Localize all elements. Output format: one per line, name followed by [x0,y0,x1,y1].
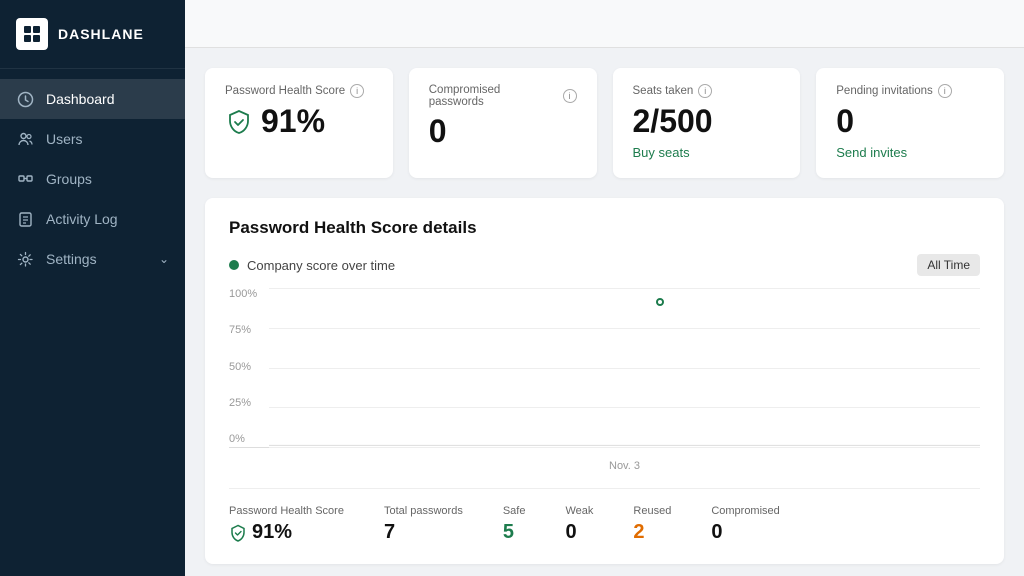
stat-value-invitations: 0 [836,104,984,139]
sidebar-item-activity-log[interactable]: Activity Log [0,199,185,239]
sidebar-item-dashboard[interactable]: Dashboard [0,79,185,119]
settings-icon [16,250,34,268]
activity-log-icon [16,210,34,228]
sidebar-item-label-groups: Groups [46,171,169,187]
chart-section: Password Health Score details Company sc… [205,198,1004,564]
logo: DASHLANE [0,0,185,69]
y-axis: 100% 75% 50% 25% 0% [229,288,257,447]
bottom-stat-label-health: Password Health Score [229,505,344,517]
bottom-stat-total: Total passwords 7 [384,505,463,544]
bottom-stat-label-reused: Reused [633,505,671,517]
y-label-100: 100% [229,288,257,300]
stat-label-compromised: Compromised passwords i [429,84,577,108]
sidebar-nav: Dashboard Users G [0,69,185,576]
users-icon [16,130,34,148]
bottom-stat-value-safe: 5 [503,521,526,544]
logo-icon [16,18,48,50]
bottom-stat-label-compromised: Compromised [711,505,779,517]
bottom-stat-value-weak: 0 [565,521,593,544]
y-label-75: 75% [229,324,257,336]
stat-value-password-health: 91% [225,104,373,139]
chart-legend-label: Company score over time [247,258,395,273]
grid-line-0 [269,447,980,448]
bottom-stat-label-total: Total passwords [384,505,463,517]
main-header [185,0,1024,48]
all-time-button[interactable]: All Time [917,254,980,276]
bottom-stat-reused: Reused 2 [633,505,671,544]
stat-card-invitations: Pending invitations i 0 Send invites [816,68,1004,178]
stat-label-invitations: Pending invitations i [836,84,984,98]
chart-area: 100% 75% 50% 25% 0% [229,288,980,448]
groups-icon [16,170,34,188]
info-icon-compromised[interactable]: i [563,89,577,103]
chart-legend: Company score over time All Time [229,254,980,276]
sidebar: DASHLANE Dashboard Users [0,0,185,576]
bottom-stat-safe: Safe 5 [503,505,526,544]
shield-check-small-icon [229,524,247,542]
bottom-stats: Password Health Score 91% Total password… [229,488,980,544]
stat-card-seats: Seats taken i 2/500 Buy seats [613,68,801,178]
stat-label-seats: Seats taken i [633,84,781,98]
buy-seats-link[interactable]: Buy seats [633,145,781,160]
info-icon-invitations[interactable]: i [938,84,952,98]
bottom-stat-value-health: 91% [229,521,344,544]
stat-value-seats: 2/500 [633,104,781,139]
bottom-stat-value-compromised: 0 [711,521,779,544]
legend-dot [229,260,239,270]
stat-card-password-health: Password Health Score i 91% [205,68,393,178]
info-icon-health[interactable]: i [350,84,364,98]
bottom-stat-label-weak: Weak [565,505,593,517]
main-content-area: Password Health Score i 91% Compro [185,0,1024,576]
sidebar-item-label-users: Users [46,131,169,147]
sidebar-item-label-settings: Settings [46,251,147,267]
stats-grid: Password Health Score i 91% Compro [205,68,1004,178]
stat-value-compromised: 0 [429,114,577,149]
sidebar-item-label-activity-log: Activity Log [46,211,169,227]
bottom-stat-health: Password Health Score 91% [229,505,344,544]
sidebar-item-label-dashboard: Dashboard [46,91,169,107]
bottom-stat-compromised: Compromised 0 [711,505,779,544]
chevron-down-icon: ⌄ [159,252,169,266]
x-axis-label: Nov. 3 [229,456,980,472]
info-icon-seats[interactable]: i [698,84,712,98]
sidebar-item-users[interactable]: Users [0,119,185,159]
chart-plot [269,288,980,447]
send-invites-link[interactable]: Send invites [836,145,984,160]
shield-check-icon [225,108,253,136]
dashboard-icon [16,90,34,108]
y-label-0: 0% [229,433,257,445]
bottom-stat-value-reused: 2 [633,521,671,544]
chart-title: Password Health Score details [229,218,980,238]
y-label-25: 25% [229,397,257,409]
main-content: Password Health Score i 91% Compro [185,48,1024,576]
bottom-stat-label-safe: Safe [503,505,526,517]
stat-card-compromised: Compromised passwords i 0 [409,68,597,178]
y-label-50: 50% [229,361,257,373]
logo-text: DASHLANE [58,26,144,42]
sidebar-item-settings[interactable]: Settings ⌄ [0,239,185,279]
stat-label-password-health: Password Health Score i [225,84,373,98]
chart-line [269,288,980,447]
bottom-stat-value-total: 7 [384,521,463,544]
bottom-stat-weak: Weak 0 [565,505,593,544]
sidebar-item-groups[interactable]: Groups [0,159,185,199]
